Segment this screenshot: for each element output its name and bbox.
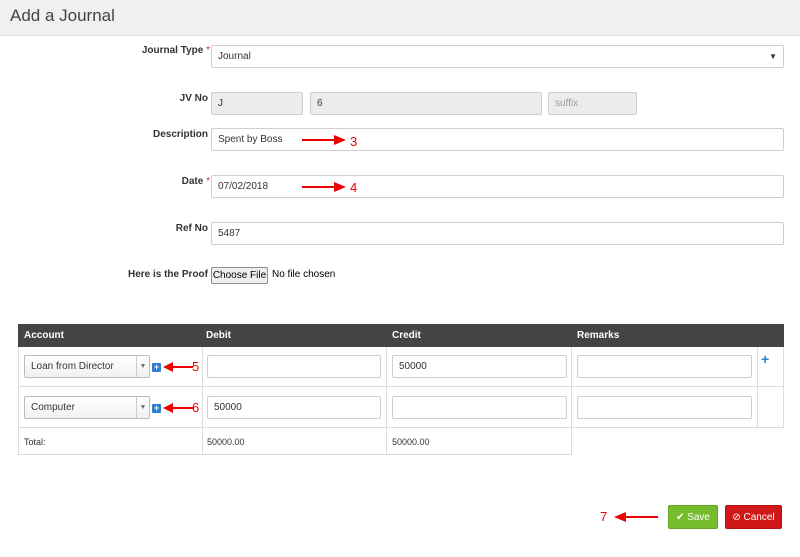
required-mark: * [206,45,210,56]
total-credit: 50000.00 [392,437,430,447]
remarks-input[interactable] [577,396,752,419]
save-button[interactable]: ✔ Save [668,505,718,529]
jv-no-label: JV No [179,93,208,104]
cancel-label: Cancel [743,512,775,523]
journal-type-select[interactable]: Journal ▼ [211,45,784,68]
annotation-arrow-icon [302,135,346,145]
annotation-number-3: 3 [350,134,358,149]
date-label: Date * [10,176,210,187]
ref-no-label: Ref No [175,223,208,234]
table-row-divider [18,386,784,387]
jv-prefix-field: J [211,92,303,115]
date-input[interactable]: 07/02/2018 [211,175,784,198]
suffix-placeholder: suffix [555,98,579,109]
chevron-down-icon: ▼ [136,356,149,377]
annotation-number-4: 4 [350,180,358,195]
account-select[interactable]: Computer ▼ [24,396,150,419]
credit-input[interactable] [392,396,567,419]
choose-file-button[interactable]: Choose File [211,267,268,284]
check-icon: ✔ [676,512,685,523]
page-title: Add a Journal [10,6,115,25]
table-border [202,347,203,455]
account-value: Loan from Director [31,361,114,372]
table-row-divider [18,427,784,428]
cancel-button[interactable]: ⊘ Cancel [725,505,782,529]
table-border [18,347,19,455]
annotation-number-6: 6 [192,400,200,415]
table-row-divider [18,454,572,455]
total-debit: 50000.00 [207,437,245,447]
jv-suffix-field: suffix [548,92,637,115]
debit-input[interactable] [207,355,381,378]
description-label: Description [152,129,208,140]
credit-input[interactable]: 50000 [392,355,567,378]
description-input[interactable]: Spent by Boss [211,128,784,151]
ban-icon: ⊘ [732,512,741,523]
proof-label: Here is the Proof [127,269,208,280]
add-row-icon[interactable]: + [761,351,769,367]
table-border [571,347,572,455]
total-label: Total: [24,437,46,447]
save-label: Save [687,512,710,523]
col-debit: Debit [206,330,231,341]
chevron-down-icon: ▼ [136,397,149,418]
annotation-arrow-icon [163,362,193,372]
add-account-icon[interactable]: + [152,404,161,413]
annotation-arrow-icon [163,403,193,413]
file-status: No file chosen [272,269,336,280]
page-header: Add a Journal [0,0,800,36]
chevron-down-icon: ▼ [769,52,777,61]
add-account-icon[interactable]: + [152,363,161,372]
account-select[interactable]: Loan from Director ▼ [24,355,150,378]
account-value: Computer [31,402,75,413]
jv-number-field: 6 [310,92,542,115]
date-label-text: Date [181,176,204,187]
journal-type-label: Journal Type * [10,45,210,56]
debit-input[interactable]: 50000 [207,396,381,419]
col-account: Account [24,330,64,341]
table-border [757,347,758,427]
table-border [386,347,387,455]
annotation-arrow-icon [614,512,658,522]
col-remarks: Remarks [577,330,620,341]
annotation-arrow-icon [302,182,346,192]
ref-no-input[interactable]: 5487 [211,222,784,245]
annotation-number-5: 5 [192,359,200,374]
annotation-number-7: 7 [600,509,608,524]
required-mark: * [206,176,210,187]
remarks-input[interactable] [577,355,752,378]
journal-type-label-text: Journal Type [141,45,204,56]
journal-type-value: Journal [218,51,251,62]
journal-table-header: Account Debit Credit Remarks [18,324,784,347]
col-credit: Credit [392,330,421,341]
table-border [783,347,784,427]
